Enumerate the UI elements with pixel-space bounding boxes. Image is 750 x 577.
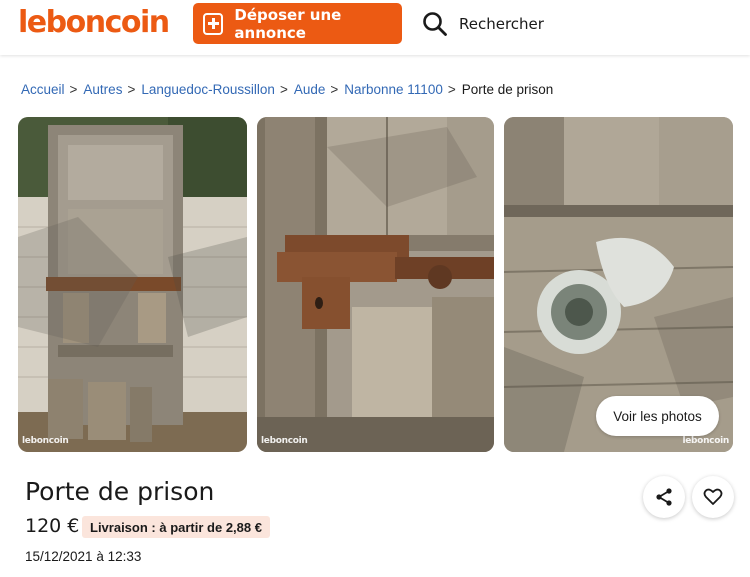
breadcrumb-autres[interactable]: Autres [83,82,122,97]
lock-photo-image [257,117,494,452]
breadcrumb-current: Porte de prison [461,82,554,97]
photo-watermark: leboncoin [682,436,729,446]
view-photos-button[interactable]: Voir les photos [596,396,719,436]
breadcrumb-region[interactable]: Languedoc-Roussillon [141,82,275,97]
search-button[interactable]: Rechercher [422,9,544,39]
breadcrumb-city[interactable]: Narbonne 11100 [344,82,443,97]
breadcrumb-separator: > [127,82,136,97]
top-header: leboncoin Déposer une annonce Rechercher [0,0,750,55]
door-photo-image [18,117,247,452]
delivery-badge: Livraison : à partir de 2,88 € [82,516,270,538]
plus-icon [203,12,224,35]
breadcrumb-separator: > [279,82,288,97]
breadcrumb-accueil[interactable]: Accueil [21,82,65,97]
breadcrumb-department[interactable]: Aude [294,82,326,97]
listing-price: 120 € [25,515,80,537]
deposit-ad-label: Déposer une annonce [234,5,342,42]
listing-photo-1[interactable]: leboncoin [18,117,247,452]
listing-title: Porte de prison [25,477,215,506]
breadcrumb-separator: > [69,82,78,97]
photo-watermark: leboncoin [261,436,308,446]
listing-photo-2[interactable]: leboncoin [257,117,494,452]
favorite-button[interactable] [692,476,734,518]
listing-date: 15/12/2021 à 12:33 [25,549,142,564]
search-label: Rechercher [459,15,544,33]
share-icon [656,488,672,506]
photo-watermark: leboncoin [22,436,69,446]
leboncoin-logo[interactable]: leboncoin [18,5,170,40]
search-icon [423,12,447,36]
heart-icon [703,488,723,505]
share-button[interactable] [643,476,685,518]
breadcrumb-separator: > [447,82,456,97]
breadcrumb-separator: > [330,82,339,97]
breadcrumb: Accueil > Autres > Languedoc-Roussillon … [21,82,553,97]
listing-photo-3[interactable]: leboncoin Voir les photos [504,117,733,452]
deposit-ad-button[interactable]: Déposer une annonce [193,3,402,44]
